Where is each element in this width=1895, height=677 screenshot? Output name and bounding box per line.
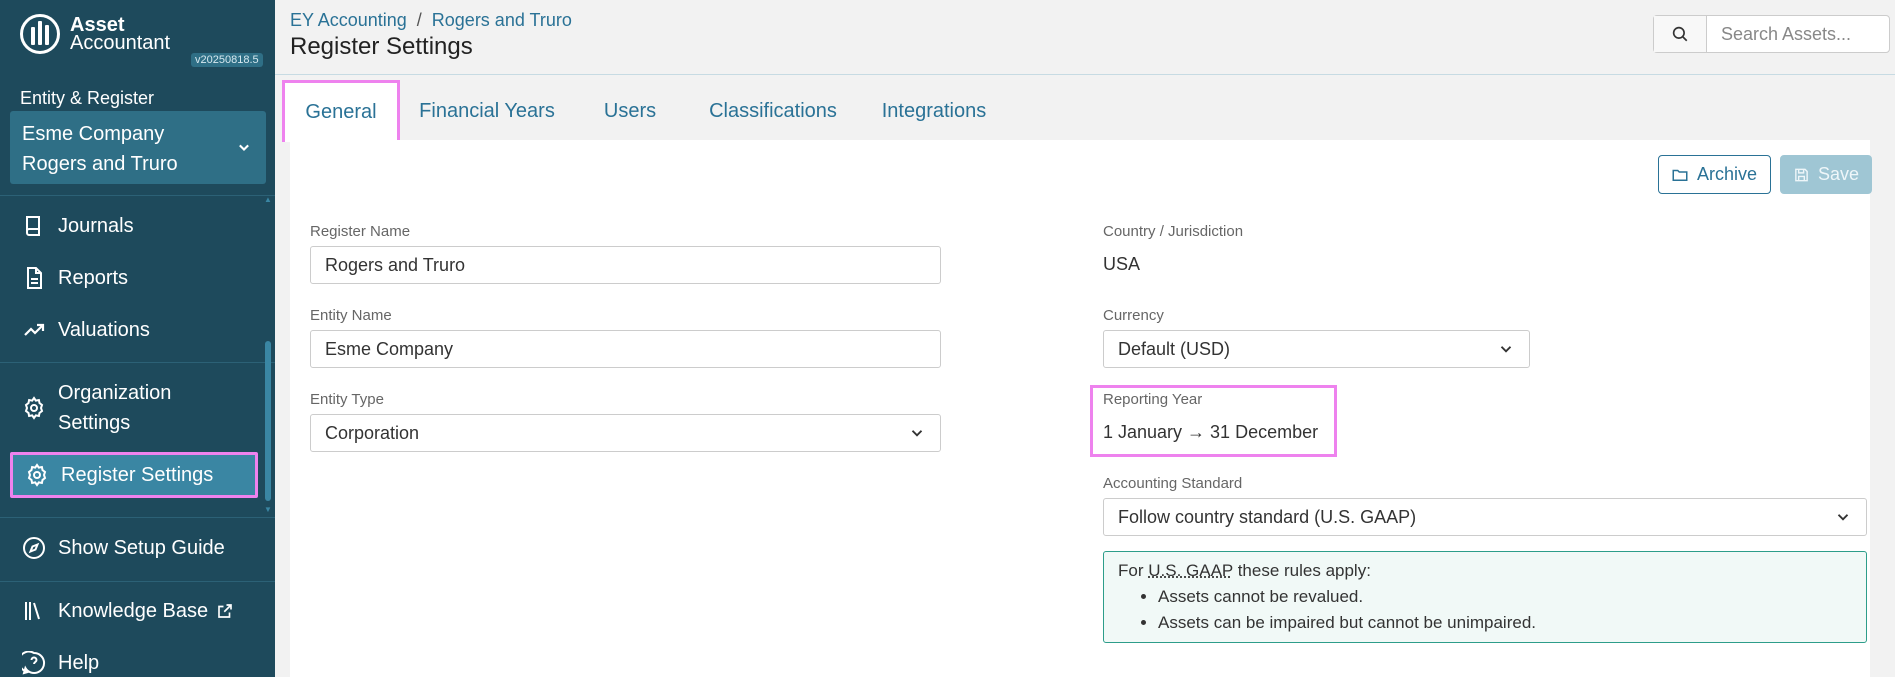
- entity-register-selector[interactable]: Esme Company Rogers and Truro: [10, 111, 266, 184]
- sidebar-item-label: Valuations: [58, 318, 150, 341]
- register-name: Rogers and Truro: [22, 153, 178, 175]
- accounting-standard-value: Follow country standard (U.S. GAAP): [1118, 506, 1417, 527]
- archive-button-label: Archive: [1697, 164, 1758, 184]
- entity-type-value: Corporation: [325, 422, 420, 443]
- document-icon: [27, 267, 42, 289]
- tab-integrations[interactable]: Integrations: [874, 80, 994, 142]
- rules-list: Assets cannot be revalued. Assets can be…: [1158, 584, 1852, 636]
- save-icon: [1795, 168, 1808, 181]
- sidebar: Asset Accountant v20250818.5 Entity & Re…: [0, 0, 275, 677]
- page-header: EY Accounting / Rogers and Truro Register …: [275, 0, 1895, 75]
- gear-icon: [27, 463, 47, 487]
- scrollbar-thumb[interactable]: [265, 341, 271, 501]
- currency-select[interactable]: Default (USD): [1103, 330, 1530, 368]
- sidebar-item-knowledge-base[interactable]: Knowledge Base: [10, 599, 256, 623]
- library-icon: [25, 602, 40, 620]
- accounting-standard-select[interactable]: Follow country standard (U.S. GAAP): [1103, 498, 1867, 536]
- rule-item: Assets can be impaired but cannot be uni…: [1158, 610, 1852, 636]
- sidebar-item-label: Knowledge Base: [58, 599, 209, 622]
- reporting-year-value: 1 January → 31 December: [1103, 422, 1319, 442]
- tab-users[interactable]: Users: [600, 80, 660, 142]
- entity-name-input[interactable]: Esme Company: [310, 330, 941, 368]
- accounting-standard-label: Accounting Standard: [1103, 475, 1243, 492]
- rules-standard-abbr: U.S. GAAP: [1148, 561, 1233, 580]
- entity-name: Esme Company: [22, 123, 165, 145]
- register-name-label: Register Name: [310, 223, 411, 240]
- sidebar-item-register-settings[interactable]: Register Settings: [10, 452, 258, 498]
- search-button[interactable]: [1654, 16, 1707, 52]
- version-badge: v20250818.5: [191, 53, 263, 67]
- divider: [0, 362, 275, 363]
- trending-up-icon: [24, 323, 45, 336]
- sidebar-item-organization-settings[interactable]: Organization Settings: [10, 378, 256, 438]
- chevron-down-icon: [1837, 514, 1849, 521]
- country-value: USA: [1103, 254, 1141, 274]
- reporting-year-label: Reporting Year: [1103, 391, 1203, 408]
- breadcrumb-link-organization[interactable]: EY Accounting: [290, 10, 407, 30]
- tab-classifications[interactable]: Classifications: [699, 80, 847, 142]
- standard-rules-note: For U.S. GAAP these rules apply: Assets …: [1103, 551, 1867, 643]
- page-title: Register Settings: [290, 33, 473, 60]
- register-name-input[interactable]: Rogers and Truro: [310, 246, 941, 284]
- sidebar-item-label: Settings: [58, 412, 131, 434]
- book-icon: [26, 216, 40, 236]
- folder-icon: [1672, 169, 1688, 181]
- divider: [0, 581, 275, 582]
- search-box: [1653, 15, 1890, 53]
- divider: [0, 517, 275, 518]
- sidebar-item-label: Register Settings: [61, 463, 214, 486]
- sidebar-item-label: Show Setup Guide: [58, 536, 225, 559]
- archive-button[interactable]: Archive: [1658, 155, 1771, 194]
- sidebar-item-label: Reports: [58, 266, 129, 289]
- help-icon: [22, 651, 46, 675]
- rule-item: Assets cannot be revalued.: [1158, 584, 1852, 610]
- breadcrumb: EY Accounting / Rogers and Truro: [290, 10, 572, 31]
- external-link-icon: [218, 604, 232, 618]
- save-button[interactable]: Save: [1780, 155, 1872, 194]
- logo-icon: [20, 14, 60, 54]
- entity-type-label: Entity Type: [310, 391, 384, 408]
- search-input[interactable]: [1707, 16, 1887, 52]
- compass-icon: [23, 537, 45, 559]
- entity-name-label: Entity Name: [310, 307, 392, 324]
- search-icon: [1672, 26, 1688, 42]
- app-logo[interactable]: Asset Accountant: [20, 14, 170, 54]
- logo-subtitle: Accountant: [70, 32, 171, 54]
- country-label: Country / Jurisdiction: [1103, 223, 1244, 240]
- sidebar-scrollbar[interactable]: ▲ ▼: [264, 196, 272, 514]
- divider: [0, 195, 275, 196]
- chevron-down-icon: [239, 144, 249, 151]
- sidebar-item-reports[interactable]: Reports: [10, 266, 256, 290]
- sidebar-item-label: Journals: [58, 214, 134, 237]
- sidebar-item-valuations[interactable]: Valuations: [10, 318, 256, 342]
- tab-general[interactable]: General: [282, 80, 400, 142]
- sidebar-item-setup-guide[interactable]: Show Setup Guide: [10, 536, 256, 560]
- scroll-down-arrow[interactable]: ▼: [264, 506, 272, 514]
- currency-label: Currency: [1103, 307, 1164, 324]
- breadcrumb-link-register[interactable]: Rogers and Truro: [432, 10, 572, 30]
- general-settings-panel: Archive Save Register Name Rogers and Tr…: [290, 140, 1872, 677]
- sidebar-item-help[interactable]: Help: [10, 651, 256, 675]
- save-button-label: Save: [1817, 164, 1859, 184]
- rules-intro: For U.S. GAAP these rules apply:: [1118, 561, 1371, 580]
- scroll-up-arrow[interactable]: ▲: [264, 196, 272, 204]
- entity-register-label: Entity & Register: [20, 88, 155, 108]
- gear-icon: [24, 396, 44, 420]
- tab-financial-years[interactable]: Financial Years: [417, 80, 557, 142]
- breadcrumb-separator: /: [416, 10, 422, 30]
- currency-value: Default (USD): [1118, 338, 1231, 359]
- sidebar-item-journals[interactable]: Journals: [10, 214, 256, 238]
- chevron-down-icon: [911, 430, 923, 437]
- sidebar-item-label: Organization: [58, 382, 172, 404]
- sidebar-item-label: Help: [58, 651, 100, 674]
- entity-type-select[interactable]: Corporation: [310, 414, 941, 452]
- chevron-down-icon: [1500, 346, 1512, 353]
